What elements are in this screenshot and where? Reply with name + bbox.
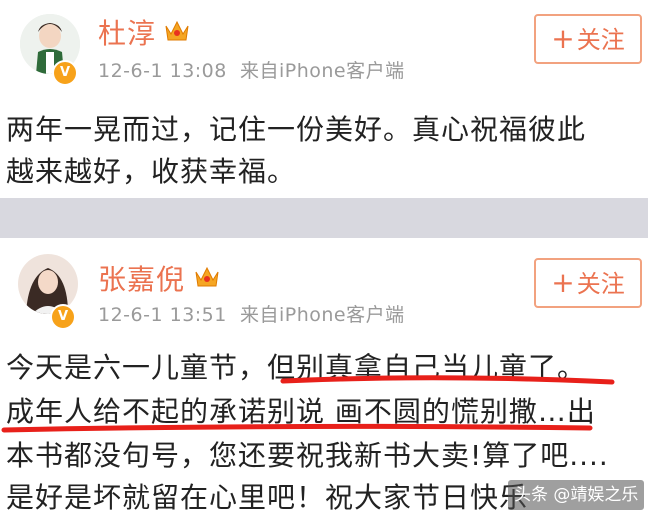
post-text-line: 成年人给不起的承诺别说 画不圆的慌别撒…出 — [6, 395, 596, 428]
post-text-line: 越来越好，收获幸福。 — [6, 155, 297, 188]
post-meta: 12-6-1 13:08 来自iPhone客户端 — [98, 56, 405, 83]
weibo-post-2: V 张嘉倪 12-6-1 13:51 来自iPhone客户端 +关注 今天是六一… — [0, 238, 648, 517]
post-text-line: 本书都没句号，您还要祝我新书大卖!算了吧.... — [6, 439, 609, 472]
follow-button[interactable]: +关注 — [534, 258, 642, 308]
username[interactable]: 张嘉倪 — [98, 258, 185, 298]
post-meta: 12-6-1 13:51 来自iPhone客户端 — [98, 300, 405, 327]
post-text-line: 是好是坏就留在心里吧！祝大家节日快乐 — [6, 481, 529, 514]
verified-badge-icon: V — [52, 60, 78, 86]
username[interactable]: 杜淳 — [98, 12, 156, 52]
plus-icon: + — [551, 22, 575, 55]
post-source: 来自iPhone客户端 — [239, 60, 405, 82]
post-text-line: 两年一晃而过，记住一份美好。真心祝福彼此 — [6, 113, 587, 146]
watermark: 头条 @靖娱之乐 — [508, 480, 645, 510]
follow-label: 关注 — [576, 26, 625, 54]
post-text-line: 今天是六一儿童节，但别真拿自己当儿童了。 — [6, 351, 587, 384]
member-crown-icon — [195, 266, 219, 287]
post-source: 来自iPhone客户端 — [239, 304, 405, 326]
member-crown-icon — [165, 20, 189, 41]
post-time: 12-6-1 13:51 — [98, 304, 227, 326]
verified-badge-icon: V — [50, 304, 76, 330]
follow-button[interactable]: +关注 — [534, 14, 642, 64]
weibo-post-1: V 杜淳 12-6-1 13:08 来自iPhone客户端 +关注 两年一晃而过… — [0, 0, 648, 198]
follow-label: 关注 — [576, 270, 625, 298]
post-time: 12-6-1 13:08 — [98, 60, 227, 82]
plus-icon: + — [551, 266, 575, 299]
